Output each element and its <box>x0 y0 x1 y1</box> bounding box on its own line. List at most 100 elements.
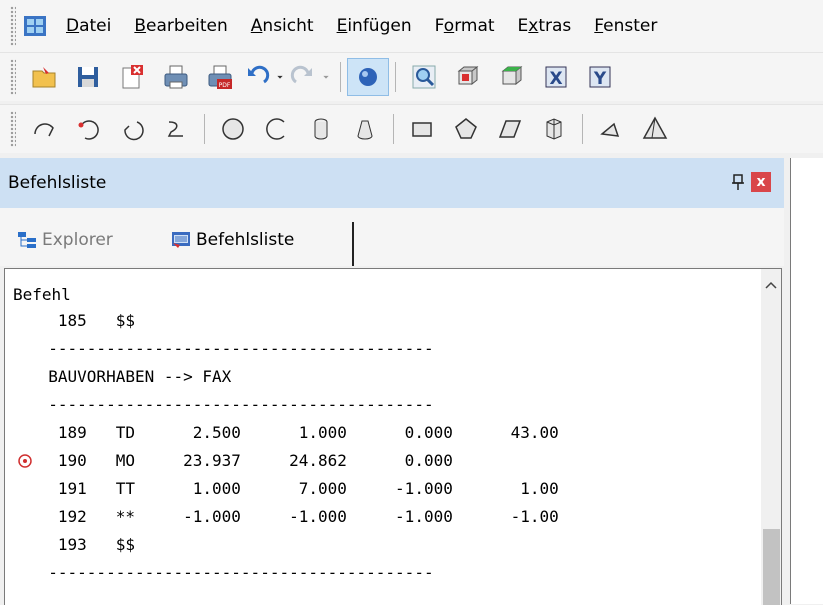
command-list[interactable]: Befehl 185 $$ --------------------------… <box>4 268 782 605</box>
command-row[interactable]: 185 $$ <box>29 309 135 333</box>
print-button[interactable] <box>154 57 198 97</box>
menu-einfuegen[interactable]: Einfügen <box>337 16 412 36</box>
circle-tool-button[interactable] <box>211 109 255 149</box>
cone-tool-button[interactable] <box>343 109 387 149</box>
menu-datei[interactable]: Datei <box>66 16 111 36</box>
box-tool-button[interactable] <box>532 109 576 149</box>
command-row[interactable]: ---------------------------------------- <box>29 337 433 361</box>
render-toggle-button[interactable] <box>347 58 389 96</box>
open-file-button[interactable] <box>22 57 66 97</box>
command-row[interactable]: ---------------------------------------- <box>29 561 433 585</box>
tab-befehlsliste-label: Befehlsliste <box>196 230 295 250</box>
menu-bearbeiten[interactable]: Bearbeiten <box>134 16 227 36</box>
panel-tabs: Explorer Befehlsliste <box>0 208 784 266</box>
box-icon <box>546 118 562 140</box>
drawing-toolbar <box>0 104 823 153</box>
menu-bar: Datei Bearbeiten Ansicht Einfügen Format… <box>0 0 823 52</box>
menu-format[interactable]: Format <box>435 16 495 36</box>
print-pdf-button[interactable]: PDF <box>198 57 242 97</box>
view-top-button[interactable] <box>490 57 534 97</box>
rectangle-icon <box>412 122 432 137</box>
viewport-pane[interactable] <box>790 158 823 604</box>
circle-icon <box>222 118 244 140</box>
wedge-tool-button[interactable] <box>589 109 633 149</box>
command-row[interactable]: 190 MO 23.937 24.862 0.000 <box>29 449 453 473</box>
standard-toolbar: PDF X Y <box>0 52 823 101</box>
new-document-button[interactable] <box>110 57 154 97</box>
arc-tool-button[interactable] <box>22 109 66 149</box>
command-row[interactable]: 191 TT 1.000 7.000 -1.000 1.00 <box>29 477 559 501</box>
open-arc-tool-button[interactable] <box>255 109 299 149</box>
scroll-thumb[interactable] <box>763 529 780 605</box>
command-row[interactable]: BAUVORHABEN --> FAX <box>29 365 231 389</box>
parallelogram-icon <box>498 120 522 138</box>
command-row[interactable]: ---------------------------------------- <box>29 393 433 417</box>
pyramid-icon <box>642 116 668 139</box>
rectangle-tool-button[interactable] <box>400 109 444 149</box>
command-list-icon <box>172 232 190 248</box>
svg-text:PDF: PDF <box>219 82 231 89</box>
arc-cw-tool-button[interactable] <box>110 109 154 149</box>
undo-button[interactable] <box>242 57 272 97</box>
toolbar-separator <box>393 114 394 144</box>
breakpoint-marker-icon[interactable] <box>17 453 33 469</box>
undo-dropdown[interactable] <box>272 57 288 97</box>
pin-icon[interactable] <box>730 171 746 193</box>
command-row[interactable]: 192 ** -1.000 -1.000 -1.000 -1.00 <box>29 505 559 529</box>
arc-cw-icon <box>124 121 144 141</box>
chevron-down-icon <box>323 75 329 79</box>
toolbar-separator <box>582 114 583 144</box>
polygon-tool-button[interactable] <box>444 109 488 149</box>
vertical-scrollbar[interactable] <box>761 269 781 605</box>
toolbar-grip[interactable] <box>10 111 16 147</box>
printer-icon <box>164 65 188 89</box>
tab-divider <box>352 222 354 266</box>
menu-extras[interactable]: Extras <box>518 16 572 36</box>
x-axis-icon: X <box>545 66 567 89</box>
redo-dropdown[interactable] <box>318 57 334 97</box>
y-axis-icon: Y <box>589 66 611 89</box>
chevron-down-icon <box>277 75 283 79</box>
polygon-icon <box>455 118 477 139</box>
save-button[interactable] <box>66 57 110 97</box>
command-row[interactable]: 193 $$ <box>29 533 135 557</box>
tab-explorer-label: Explorer <box>42 230 113 250</box>
close-panel-button[interactable]: x <box>751 172 771 192</box>
arc-icon <box>34 123 54 137</box>
cone-icon <box>357 120 373 140</box>
zoom-button[interactable] <box>402 57 446 97</box>
plane-tool-button[interactable] <box>488 109 532 149</box>
view-front-button[interactable] <box>446 57 490 97</box>
curve-tool-button[interactable] <box>154 109 198 149</box>
new-document-icon <box>122 65 143 89</box>
menu-ansicht[interactable]: Ansicht <box>251 16 314 36</box>
command-row[interactable]: 189 TD 2.500 1.000 0.000 43.00 <box>29 421 559 445</box>
view-y-button[interactable]: Y <box>578 57 622 97</box>
cube-view-icon <box>457 65 479 86</box>
open-circle-icon <box>266 118 285 140</box>
arc-ccw-tool-button[interactable] <box>66 109 110 149</box>
tab-befehlsliste[interactable]: Befehlsliste <box>170 226 294 254</box>
pyramid-tool-button[interactable] <box>633 109 677 149</box>
undo-icon <box>248 65 270 84</box>
app-icon[interactable] <box>22 13 48 39</box>
close-icon: x <box>756 174 766 190</box>
tab-explorer[interactable]: Explorer <box>16 226 113 254</box>
panel-title: Befehlsliste <box>8 173 107 193</box>
scroll-up-button[interactable] <box>761 275 781 295</box>
redo-button[interactable] <box>288 57 318 97</box>
tree-view-icon <box>18 232 36 248</box>
view-x-button[interactable]: X <box>534 57 578 97</box>
cylinder-tool-button[interactable] <box>299 109 343 149</box>
cylinder-icon <box>314 118 328 140</box>
svg-text:X: X <box>549 69 562 89</box>
panel-title-bar: Befehlsliste x <box>0 158 784 208</box>
menu-grip[interactable] <box>10 6 16 46</box>
toolbar-grip[interactable] <box>10 59 16 95</box>
wedge-icon <box>600 122 620 137</box>
toolbar-separator <box>395 62 396 92</box>
menu-fenster[interactable]: Fenster <box>594 16 657 36</box>
command-list-header: Befehl <box>13 285 71 304</box>
pdf-printer-icon: PDF <box>208 65 232 89</box>
cube-top-icon <box>501 65 523 86</box>
